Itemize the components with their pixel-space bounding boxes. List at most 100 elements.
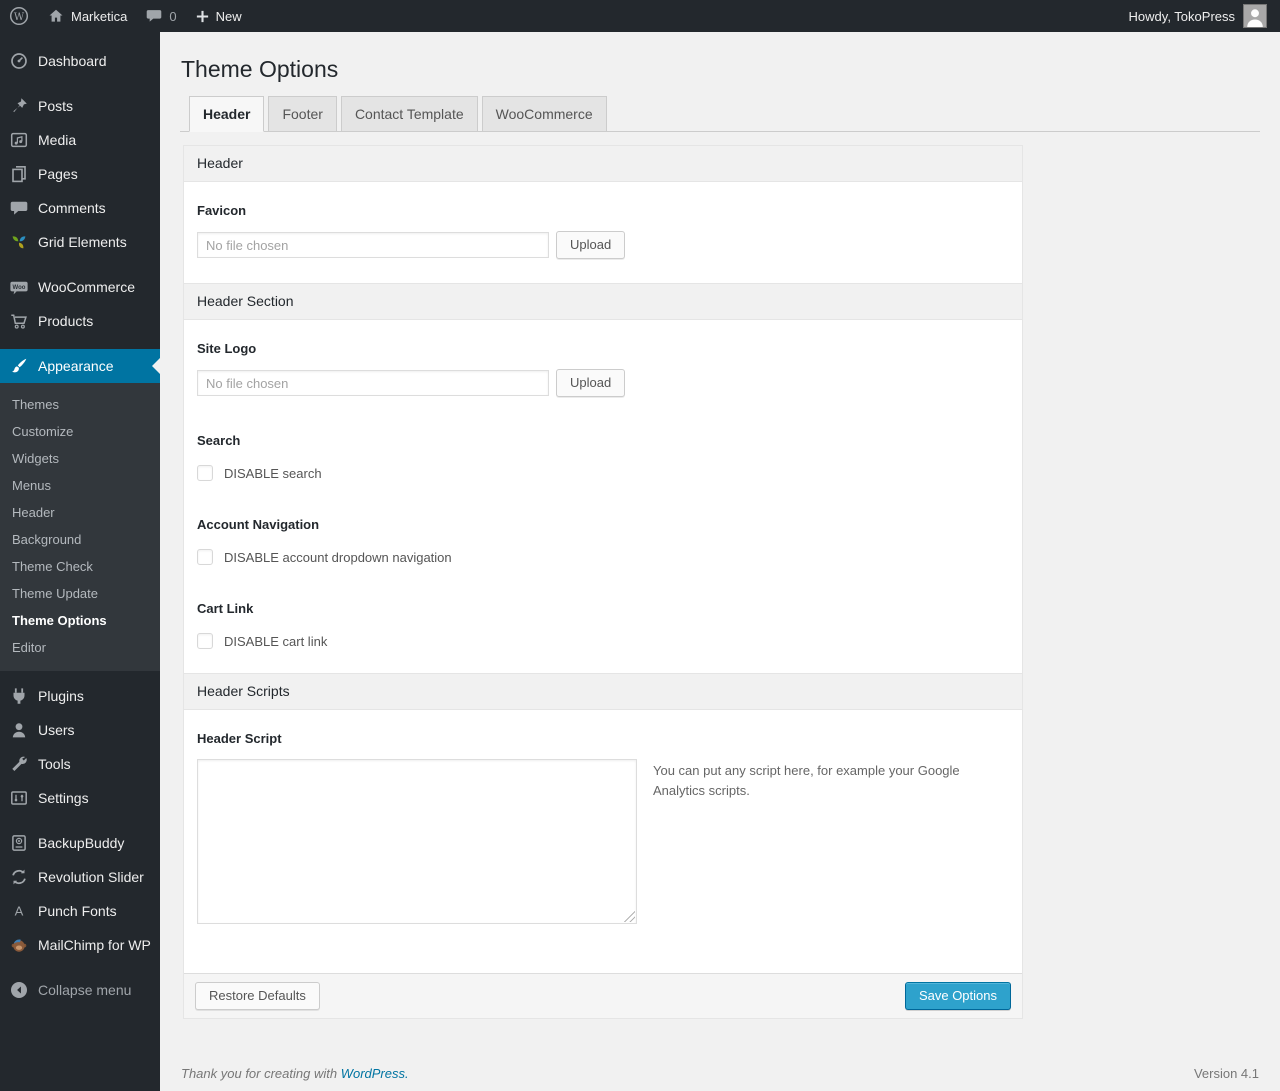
sidebar-item-woocommerce[interactable]: Woo WooCommerce xyxy=(0,270,160,304)
mailchimp-monkey-icon xyxy=(9,935,29,955)
disable-search-checkbox[interactable] xyxy=(197,465,213,481)
version-label: Version 4.1 xyxy=(1193,1066,1259,1081)
page-title: Theme Options xyxy=(181,56,339,82)
site-logo-label: Site Logo xyxy=(197,341,257,356)
account-navigation-label: Account Navigation xyxy=(197,517,320,532)
tab-header[interactable]: Header xyxy=(189,96,265,132)
submenu-item-theme-update[interactable]: Theme Update xyxy=(0,580,160,607)
disable-account-nav-checkbox[interactable] xyxy=(197,549,213,565)
main-content: Theme Options Header Footer Contact Templa… xyxy=(160,32,1280,1091)
tab-woocommerce[interactable]: WooCommerce xyxy=(481,96,607,131)
wordpress-logo-icon: W xyxy=(9,6,29,26)
tab-footer[interactable]: Footer xyxy=(268,96,337,131)
cart-link-label: Cart Link xyxy=(197,601,254,616)
disable-search-label: DISABLE search xyxy=(224,465,322,481)
submenu-item-editor[interactable]: Editor xyxy=(0,634,160,661)
site-logo-upload-button[interactable]: Upload xyxy=(556,369,626,397)
sidebar-item-comments[interactable]: Comments xyxy=(0,191,160,225)
save-options-button[interactable]: Save Options xyxy=(904,982,1011,1010)
submenu-item-themes[interactable]: Themes xyxy=(0,391,160,418)
grid-elements-icon xyxy=(9,232,29,252)
svg-text:A: A xyxy=(15,904,24,919)
disable-account-nav-label: DISABLE account dropdown navigation xyxy=(224,549,452,565)
plus-icon xyxy=(195,9,210,24)
section-body-header: Favicon Upload xyxy=(184,182,1022,283)
section-header-scripts: Header Scripts xyxy=(184,673,1022,710)
favicon-label: Favicon xyxy=(197,203,247,218)
pages-icon xyxy=(9,164,29,184)
account-menu[interactable]: Howdy, TokoPress xyxy=(1129,0,1280,32)
section-header: Header xyxy=(184,146,1022,182)
sidebar-item-posts[interactable]: Posts xyxy=(0,89,160,123)
sidebar-item-products[interactable]: Products xyxy=(0,304,160,338)
restore-defaults-button[interactable]: Restore Defaults xyxy=(195,982,320,1010)
sidebar-item-grid-elements[interactable]: Grid Elements xyxy=(0,225,160,259)
appearance-submenu: Themes Customize Widgets Menus Header Ba… xyxy=(0,383,160,671)
comment-count: 0 xyxy=(169,8,177,24)
site-logo-file-input[interactable] xyxy=(197,370,549,396)
comment-bubble-icon xyxy=(145,7,163,25)
tab-contact-template[interactable]: Contact Template xyxy=(340,96,478,131)
submenu-item-header[interactable]: Header xyxy=(0,499,160,526)
avatar xyxy=(1243,4,1267,28)
section-body-scripts: Header Script You can put any script her… xyxy=(184,710,1022,973)
submenu-item-widgets[interactable]: Widgets xyxy=(0,445,160,472)
submenu-item-background[interactable]: Background xyxy=(0,526,160,553)
sidebar-item-punch-fonts[interactable]: A Punch Fonts xyxy=(0,894,160,928)
theme-options-panel: Header Favicon Upload Header Section Sit… xyxy=(183,145,1023,1019)
sidebar-item-settings[interactable]: Settings xyxy=(0,781,160,815)
comments-icon xyxy=(9,198,29,218)
sidebar-item-revolution-slider[interactable]: Revolution Slider xyxy=(0,860,160,894)
sidebar-item-pages[interactable]: Pages xyxy=(0,157,160,191)
disable-cart-link-label: DISABLE cart link xyxy=(224,633,328,649)
new-label: New xyxy=(215,8,242,24)
sidebar-item-backupbuddy[interactable]: BackupBuddy xyxy=(0,826,160,860)
plugin-icon xyxy=(9,686,29,706)
sidebar-item-users[interactable]: Users xyxy=(0,713,160,747)
site-name-menu[interactable]: Marketica xyxy=(38,0,136,32)
search-label: Search xyxy=(197,433,241,448)
sidebar-item-mailchimp[interactable]: MailChimp for WP xyxy=(0,928,160,962)
woocommerce-badge-icon: Woo xyxy=(9,277,29,297)
favicon-upload-button[interactable]: Upload xyxy=(556,231,626,259)
svg-text:Woo: Woo xyxy=(13,285,26,291)
panel-footer: Restore Defaults Save Options xyxy=(184,973,1022,1018)
wordpress-link[interactable]: WordPress. xyxy=(341,1066,409,1081)
disable-account-nav-row: DISABLE account dropdown navigation xyxy=(197,549,1009,565)
disable-search-row: DISABLE search xyxy=(197,465,1009,481)
new-content-menu[interactable]: New xyxy=(186,0,251,32)
dashboard-icon xyxy=(9,51,29,71)
page-footer: Thank you for creating with WordPress. V… xyxy=(180,1066,1260,1081)
sidebar-item-appearance[interactable]: Appearance xyxy=(0,349,160,383)
admin-sidebar: Dashboard Posts Media Pages Comments Gri… xyxy=(0,32,160,1091)
cart-icon xyxy=(9,311,29,331)
section-body-header-section: Site Logo Upload Search DISABLE search A… xyxy=(184,320,1022,673)
tab-bar: Header Footer Contact Template WooCommerce xyxy=(180,96,1260,132)
pushpin-icon xyxy=(9,96,29,116)
footer-thanks: Thank you for creating with WordPress. xyxy=(181,1066,409,1081)
backup-drive-icon xyxy=(9,833,29,853)
submenu-item-menus[interactable]: Menus xyxy=(0,472,160,499)
collapse-menu-button[interactable]: Collapse menu xyxy=(0,973,160,1007)
header-script-textarea[interactable] xyxy=(197,759,637,924)
home-icon xyxy=(47,7,65,25)
submenu-item-theme-check[interactable]: Theme Check xyxy=(0,553,160,580)
sidebar-item-media[interactable]: Media xyxy=(0,123,160,157)
wp-logo-menu[interactable]: W xyxy=(0,0,38,32)
submenu-item-theme-options[interactable]: Theme Options xyxy=(0,607,160,634)
favicon-file-input[interactable] xyxy=(197,232,549,258)
admin-bar: W Marketica 0 New Howdy, TokoPress xyxy=(0,0,1280,32)
collapse-arrow-icon xyxy=(9,980,29,1000)
disable-cart-link-checkbox[interactable] xyxy=(197,633,213,649)
wrench-icon xyxy=(9,754,29,774)
media-icon xyxy=(9,130,29,150)
sidebar-item-tools[interactable]: Tools xyxy=(0,747,160,781)
section-header-section: Header Section xyxy=(184,283,1022,320)
sidebar-item-dashboard[interactable]: Dashboard xyxy=(0,44,160,78)
user-icon xyxy=(9,720,29,740)
header-script-help-text: You can put any script here, for example… xyxy=(653,763,960,799)
comments-menu[interactable]: 0 xyxy=(136,0,185,32)
submenu-item-customize[interactable]: Customize xyxy=(0,418,160,445)
sidebar-item-plugins[interactable]: Plugins xyxy=(0,679,160,713)
header-script-label: Header Script xyxy=(197,731,282,746)
